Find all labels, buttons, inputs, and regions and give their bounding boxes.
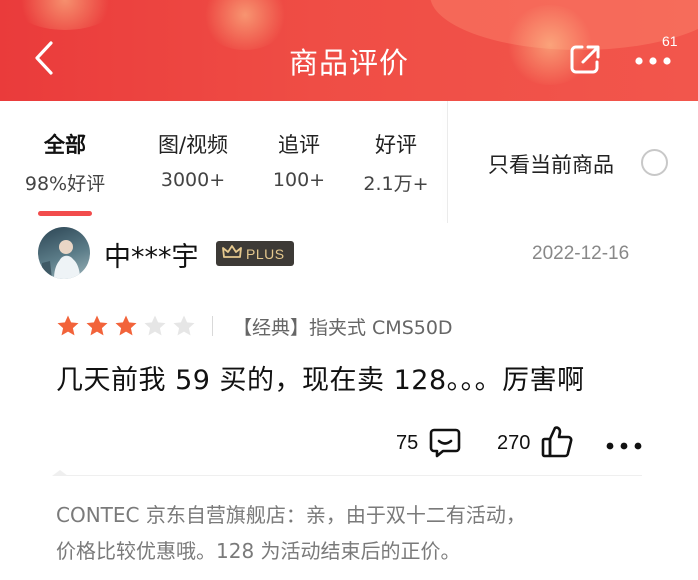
active-tab-indicator <box>38 211 92 216</box>
rating-stars <box>56 314 196 338</box>
tab-label: 追评 <box>278 133 320 157</box>
more-dots-icon <box>604 437 644 456</box>
share-icon <box>567 41 603 81</box>
tab-photo-video[interactable]: 图/视频 3000+ <box>138 129 248 191</box>
share-button[interactable] <box>564 40 606 82</box>
comment-count: 75 <box>396 432 419 454</box>
current-product-only-radio[interactable] <box>641 149 668 176</box>
plus-member-badge: PLUS <box>216 241 294 266</box>
tab-count: 100+ <box>272 169 326 191</box>
seller-reply-line: CONTEC 京东自营旗舰店：亲，由于双十二有活动， <box>56 503 526 527</box>
reviewer-name: 中***宇 <box>104 242 199 273</box>
tab-count: 2.1万+ <box>363 173 429 195</box>
tab-all[interactable]: 全部 98%好评 <box>10 129 120 196</box>
product-variant: 【经典】指夹式 CMS50D <box>233 317 453 339</box>
like-button[interactable] <box>540 424 574 464</box>
tab-follow-up[interactable]: 追评 100+ <box>244 129 354 191</box>
comment-icon <box>428 428 462 464</box>
review-date: 2022-12-16 <box>532 243 630 264</box>
tab-label: 图/视频 <box>157 133 229 157</box>
plus-badge-label: PLUS <box>246 245 285 262</box>
more-badge-count: 61 <box>662 33 678 49</box>
review-more-button[interactable] <box>604 437 644 456</box>
seller-reply: CONTEC 京东自营旗舰店：亲，由于双十二有活动， 价格比较优惠哦。128 为… <box>56 497 656 569</box>
review-filter-bar: 全部 98%好评 图/视频 3000+ 追评 100+ 好评 2.1万+ 只看当… <box>0 101 698 223</box>
top-header: 商品评价 61 <box>0 0 698 101</box>
avatar[interactable] <box>38 227 90 279</box>
star-filled-icon <box>115 315 137 336</box>
tab-positive[interactable]: 好评 2.1万+ <box>341 129 451 196</box>
review-text: 几天前我 59 买的，现在卖 128。。。厉害啊 <box>56 365 585 396</box>
tab-label: 全部 <box>44 133 86 157</box>
tab-label: 好评 <box>375 133 417 157</box>
comment-button[interactable] <box>428 426 462 464</box>
header-firework-decoration <box>10 0 120 30</box>
like-count: 270 <box>497 432 531 454</box>
tab-count: 98%好评 <box>24 173 106 195</box>
current-product-only-label: 只看当前商品 <box>488 153 614 177</box>
rating-divider <box>212 316 213 336</box>
user-photo-icon <box>42 240 80 279</box>
more-dots-icon <box>633 52 673 71</box>
star-filled-icon <box>57 315 79 336</box>
tabs-divider <box>447 101 448 223</box>
thumbs-up-icon <box>540 426 574 464</box>
tab-count: 3000+ <box>160 169 226 191</box>
crown-icon <box>222 244 242 263</box>
star-empty-icon <box>144 315 166 336</box>
star-filled-icon <box>86 315 108 336</box>
reply-divider <box>58 475 642 476</box>
star-empty-icon <box>173 315 195 336</box>
seller-reply-line: 价格比较优惠哦。128 为活动结束后的正价。 <box>56 539 461 563</box>
